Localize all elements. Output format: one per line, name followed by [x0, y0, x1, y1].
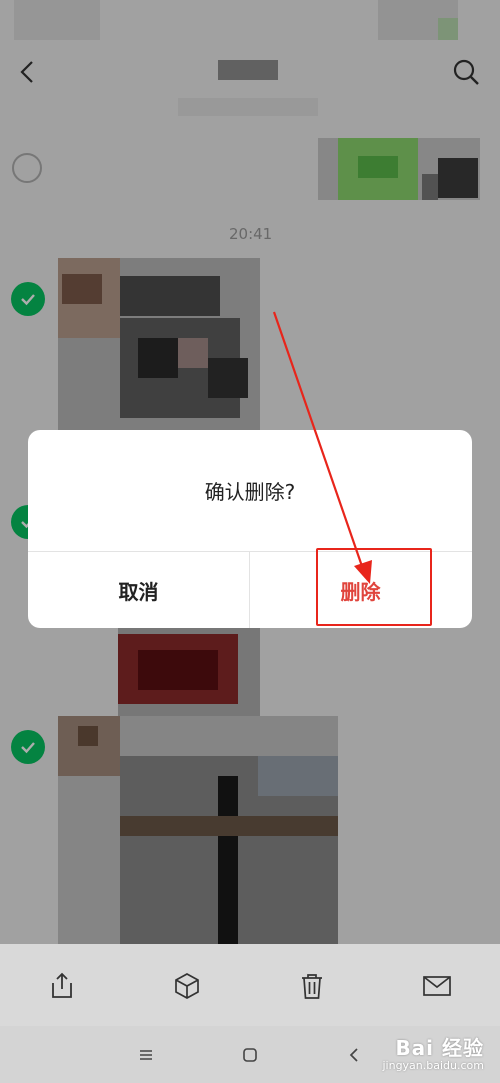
- favorite-button[interactable]: [165, 964, 209, 1008]
- back-icon: [349, 1048, 358, 1062]
- back-nav-button[interactable]: [340, 1041, 368, 1069]
- share-icon: [52, 972, 72, 998]
- share-button[interactable]: [40, 964, 84, 1008]
- trash-icon: [302, 974, 322, 999]
- watermark-main: Bai 经验: [395, 1036, 484, 1060]
- bottom-toolbar: [0, 944, 500, 1026]
- watermark-sub: jingyan.baidu.com: [382, 1059, 484, 1072]
- menu-icon: [140, 1050, 152, 1060]
- delete-toolbar-button[interactable]: [290, 964, 334, 1008]
- menu-nav-button[interactable]: [132, 1041, 160, 1069]
- home-nav-button[interactable]: [236, 1041, 264, 1069]
- mail-icon: [423, 976, 451, 996]
- home-icon: [243, 1048, 257, 1062]
- mail-button[interactable]: [415, 964, 459, 1008]
- annotation-arrow: [272, 311, 372, 584]
- box-icon: [175, 973, 199, 999]
- baidu-jingyan-watermark: Bai 经验 jingyan.baidu.com: [382, 1032, 484, 1072]
